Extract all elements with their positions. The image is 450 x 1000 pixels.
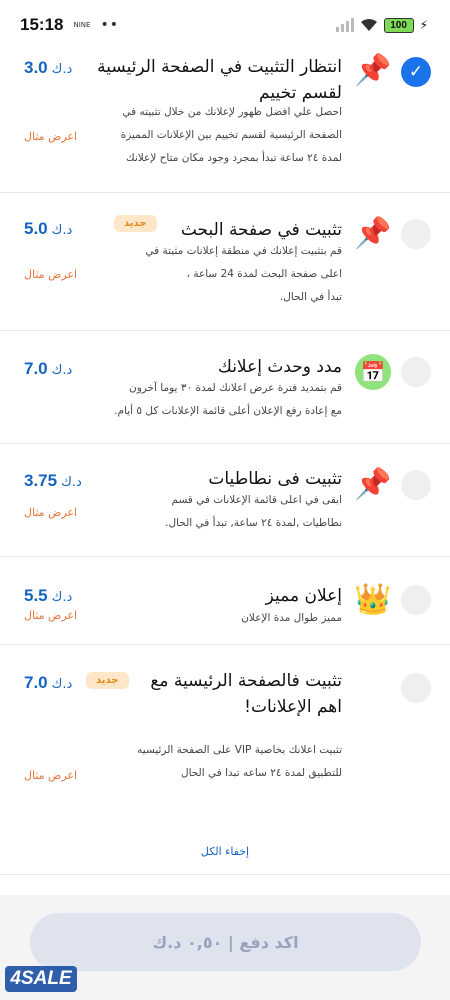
- option-price: 3.75 د.ك: [24, 471, 82, 491]
- desc-line: الصفحة الرئيسية لقسم تخييم بين الإعلانات…: [120, 129, 342, 141]
- status-right: 100 ⚡: [335, 17, 428, 33]
- wifi-icon: [360, 18, 377, 31]
- pushpin-icon: 📌: [354, 52, 392, 88]
- option-radio[interactable]: [401, 673, 431, 703]
- confirm-payment-button[interactable]: اكد دفع | ٠,٥٠ د.ك: [30, 913, 421, 971]
- status-dots: ••: [100, 17, 119, 33]
- option-featured-ad[interactable]: 👑 إعلان مميز مميز طوال مدة الإعلان 5.5 د.…: [0, 557, 450, 645]
- option-radio[interactable]: [401, 585, 431, 615]
- desc-line: احصل علي افضل ظهور لإعلانك من خلال تثبيت…: [122, 106, 342, 118]
- pushpin-icon: 📌: [354, 466, 392, 502]
- option-price: 3.0 د.ك: [24, 58, 72, 78]
- status-bar: 15:18 NINE •• 100 ⚡: [0, 0, 450, 50]
- option-homepage-waitlist[interactable]: ✓ 📌 انتظار التثبيت في الصفحة الرئيسية لق…: [0, 46, 450, 193]
- app-logo: 4SALE: [5, 966, 77, 992]
- show-example-link[interactable]: اعرض مثال: [24, 769, 77, 782]
- price-value: 3.75: [24, 471, 58, 490]
- option-description: قم بتمديد فترة عرض اعلانك لمدة ٣٠ يوما آ…: [114, 377, 342, 423]
- option-category-pin[interactable]: 📌 تثبيت فى نطاطيات ابقى في اعلى قائمة ال…: [0, 444, 450, 557]
- desc-line: للتطبيق لمدة ٢٤ ساعه تبدا في الحال: [180, 767, 342, 779]
- option-search-pin[interactable]: 📌 تثبيت في صفحة البحث جديد قم بتثبيت إعل…: [0, 193, 450, 331]
- option-homepage-vip[interactable]: تثبيت فالصفحة الرئيسية مع اهم الإعلانات!…: [0, 645, 450, 831]
- price-currency: د.ك: [51, 223, 73, 238]
- desc-line: ابقى في اعلى قائمة الإعلانات في قسم: [171, 494, 342, 506]
- show-example-link[interactable]: اعرض مثال: [24, 506, 77, 519]
- show-example-link[interactable]: اعرض مثال: [24, 268, 77, 281]
- price-value: 3.0: [24, 58, 48, 77]
- battery-icon: 100: [383, 17, 414, 33]
- option-price: 7.0 د.ك: [24, 359, 72, 379]
- desc-line: تثبيت اعلانك بخاصية VIP على الصفحة الرئي…: [137, 744, 342, 756]
- desc-line: تبدأ في الحال.: [279, 291, 342, 303]
- option-description: ابقى في اعلى قائمة الإعلانات في قسم نطاط…: [165, 489, 342, 535]
- new-badge: جديد: [114, 215, 157, 232]
- option-description: قم بتثبيت إعلانك في منطقة إعلانات مثبتة …: [145, 240, 342, 309]
- option-radio[interactable]: ✓: [401, 57, 431, 87]
- price-value: 7.0: [24, 359, 48, 378]
- option-price: 5.5 د.ك: [24, 586, 72, 606]
- desc-line: قم بتمديد فترة عرض اعلانك لمدة ٣٠ يوما آ…: [128, 382, 342, 394]
- price-currency: د.ك: [51, 677, 73, 692]
- desc-line: قم بتثبيت إعلانك في منطقة إعلانات مثبتة …: [145, 245, 342, 257]
- price-value: 5.0: [24, 219, 48, 238]
- option-description: احصل علي افضل ظهور لإعلانك من خلال تثبيت…: [121, 101, 342, 170]
- price-value: 7.0: [24, 673, 48, 692]
- option-title-line: انتظار التثبيت في الصفحة الرئيسية: [97, 57, 342, 77]
- check-icon: ✓: [408, 61, 424, 82]
- show-example-link[interactable]: اعرض مثال: [24, 130, 77, 143]
- option-title: انتظار التثبيت في الصفحة الرئيسية لقسم ت…: [97, 54, 342, 106]
- status-left: 15:18 NINE ••: [20, 15, 119, 35]
- desc-line: لمدة ٢٤ ساعة تبدأ بمجرد وجود مكان متاح ل…: [126, 152, 342, 164]
- new-badge: جديد: [86, 672, 129, 689]
- option-title-line: تثبيت فالصفحة الرئيسية مع: [150, 671, 342, 691]
- signal-icon: [335, 18, 354, 32]
- option-description: مميز طوال مدة الإعلان: [241, 607, 342, 630]
- desc-line: نطاطيات ,لمدة ٢٤ ساعة, تبدأ في الحال.: [165, 517, 342, 529]
- bottom-bar: اكد دفع | ٠,٥٠ د.ك 4SALE: [0, 895, 450, 1000]
- price-currency: د.ك: [61, 475, 82, 490]
- option-title: إعلان مميز: [265, 586, 342, 606]
- crown-icon: 👑: [354, 581, 392, 617]
- price-value: 5.5: [24, 586, 48, 605]
- charging-icon: ⚡: [419, 18, 428, 32]
- desc-line: مع إعادة رفع الإعلان أعلى قائمة الإعلانا…: [114, 405, 342, 417]
- pushpin-icon: 📌: [354, 215, 392, 251]
- hide-all-link[interactable]: إخفاء الكل: [0, 845, 450, 875]
- option-radio[interactable]: [401, 470, 431, 500]
- option-description: تثبيت اعلانك بخاصية VIP على الصفحة الرئي…: [137, 739, 342, 785]
- option-extend-renew[interactable]: 📅 مدد وحدث إعلانك قم بتمديد فترة عرض اعل…: [0, 331, 450, 444]
- clock: 15:18: [20, 15, 64, 34]
- show-example-link[interactable]: اعرض مثال: [24, 609, 77, 622]
- price-currency: د.ك: [51, 590, 73, 605]
- desc-line: مميز طوال مدة الإعلان: [241, 612, 342, 624]
- option-radio[interactable]: [401, 219, 431, 249]
- price-currency: د.ك: [51, 62, 73, 77]
- calendar-icon: 📅: [355, 354, 391, 390]
- option-price: 7.0 د.ك: [24, 673, 72, 693]
- status-small-text: NINE: [73, 21, 91, 29]
- option-price: 5.0 د.ك: [24, 219, 72, 239]
- option-title-line: اهم الإعلانات!: [244, 697, 342, 717]
- option-title: تثبيت فالصفحة الرئيسية مع اهم الإعلانات!: [150, 668, 342, 720]
- desc-line: اعلى صفحة البحث لمدة 24 ساعة ،: [186, 268, 342, 280]
- price-currency: د.ك: [51, 363, 73, 378]
- option-radio[interactable]: [401, 357, 431, 387]
